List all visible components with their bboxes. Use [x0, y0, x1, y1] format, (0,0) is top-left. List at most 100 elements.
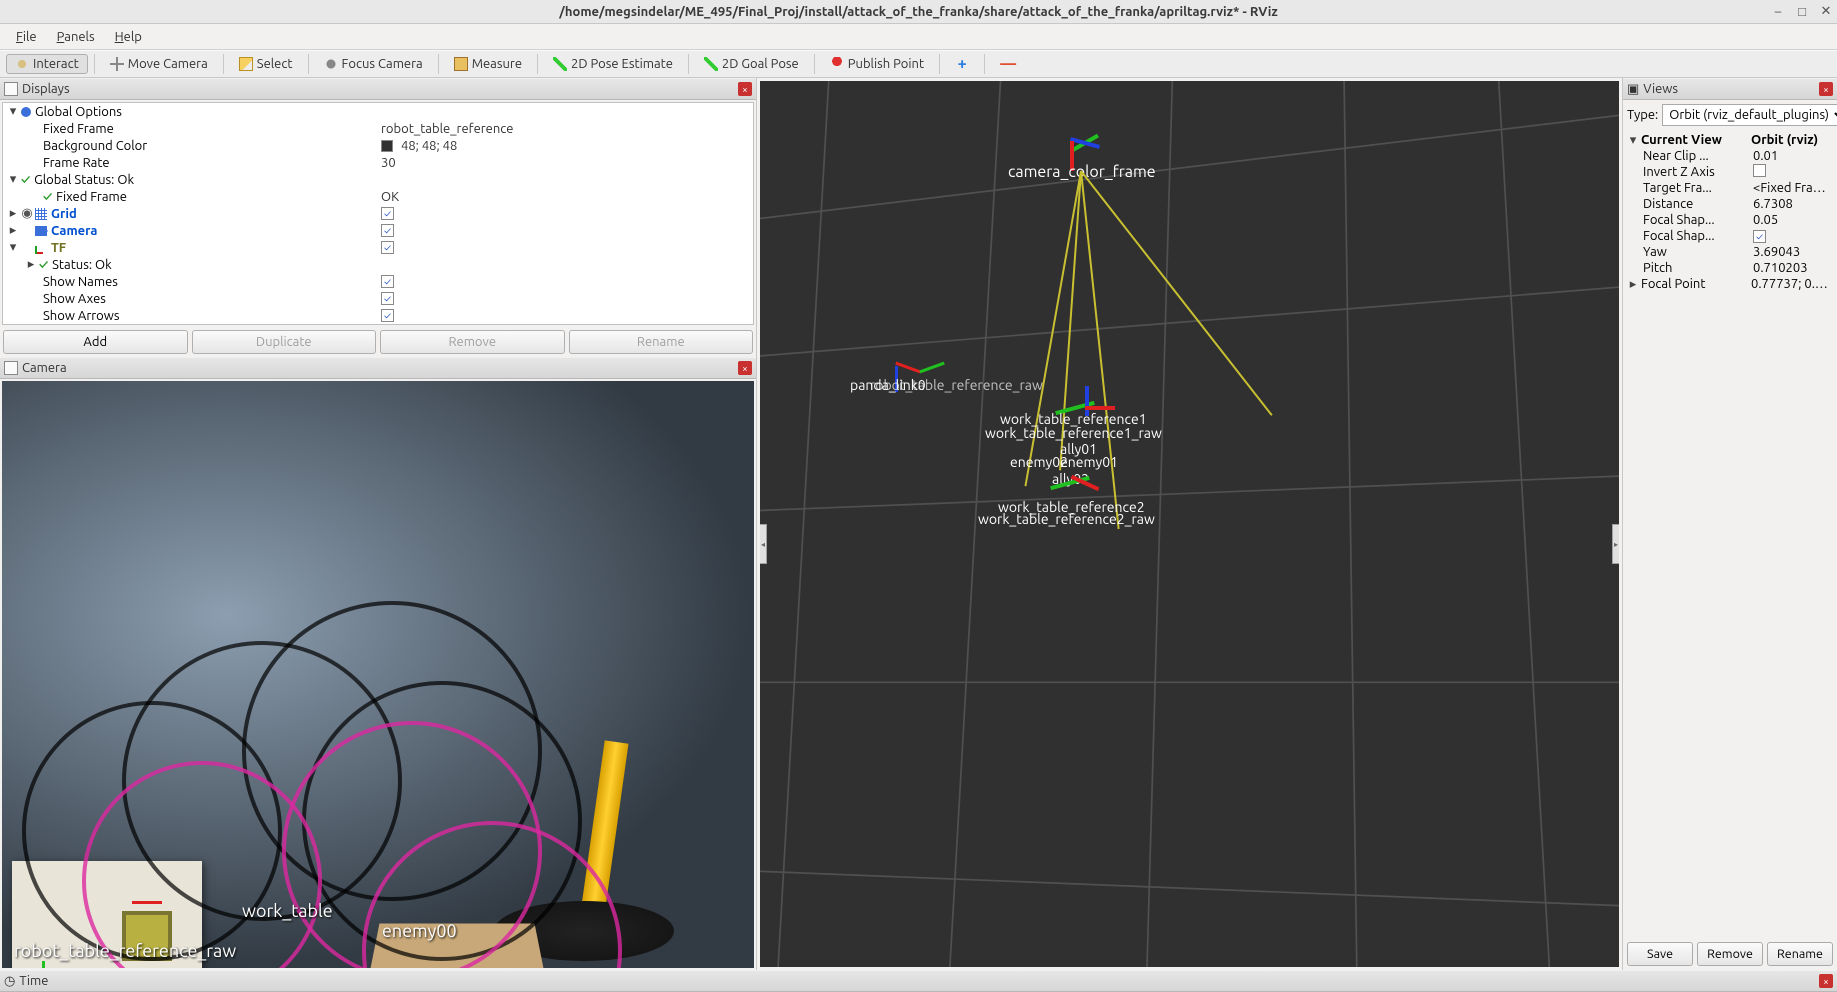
tf-label: enemy01: [1060, 454, 1118, 470]
tool-select[interactable]: Select: [230, 54, 302, 74]
tool-remove[interactable]: —: [991, 54, 1023, 74]
val-grid[interactable]: [381, 207, 753, 220]
views-rename-button[interactable]: Rename: [1767, 942, 1833, 966]
expand-icon[interactable]: [1627, 277, 1639, 292]
grid-icon: [35, 208, 47, 220]
expand-icon[interactable]: [7, 104, 19, 119]
tf-label: work_table_reference1_raw: [985, 425, 1162, 441]
duplicate-button[interactable]: Duplicate: [192, 330, 377, 354]
menu-help[interactable]: Help: [105, 27, 152, 47]
val-show-axes[interactable]: [381, 292, 753, 305]
row-tf[interactable]: TF: [51, 241, 66, 255]
window-title: /home/megsindelar/ME_495/Final_Proj/inst…: [559, 5, 1278, 19]
val-fixed-frame-status: OK: [381, 190, 753, 204]
row-focal-shape-1[interactable]: Focal Shap...: [1643, 213, 1753, 227]
row-show-arrows[interactable]: Show Arrows: [43, 309, 120, 323]
panel-close-icon[interactable]: ×: [738, 361, 752, 375]
minimize-icon[interactable]: –: [1771, 5, 1785, 19]
panel-close-icon[interactable]: ×: [1819, 974, 1833, 988]
camera-view[interactable]: robot_table_reference_raw panda_link0 wo…: [2, 381, 754, 968]
hand-icon: [15, 57, 29, 71]
tool-2d-goal-pose[interactable]: 2D Goal Pose: [695, 54, 808, 74]
row-pitch[interactable]: Pitch: [1643, 261, 1753, 275]
row-focal-shape-2[interactable]: Focal Shap...: [1643, 229, 1753, 243]
expand-icon[interactable]: [25, 257, 37, 272]
val-tf[interactable]: [381, 241, 753, 254]
pin-icon: [830, 57, 844, 71]
val-fixed-frame[interactable]: robot_table_reference: [381, 122, 753, 136]
3d-viewport[interactable]: ◂ ▸ camera_color_frame: [760, 81, 1619, 967]
views-tree[interactable]: Current ViewOrbit (rviz) Near Clip ...0.…: [1623, 130, 1837, 938]
rename-button[interactable]: Rename: [569, 330, 754, 354]
color-swatch-icon: [381, 140, 393, 152]
val-show-names[interactable]: [381, 275, 753, 288]
row-focal-point[interactable]: Focal Point: [1641, 277, 1751, 291]
row-fixed-frame[interactable]: Fixed Frame: [43, 122, 114, 136]
expand-icon[interactable]: [7, 240, 19, 255]
row-camera[interactable]: Camera: [51, 224, 97, 238]
tool-add[interactable]: +: [946, 54, 978, 74]
row-bg-color[interactable]: Background Color: [43, 139, 147, 153]
row-distance[interactable]: Distance: [1643, 197, 1753, 211]
remove-button[interactable]: Remove: [380, 330, 565, 354]
viewport-column: ◂ ▸ camera_color_frame: [757, 78, 1622, 970]
row-fixed-frame-status[interactable]: Fixed Frame: [56, 190, 127, 204]
main-toolbar: Interact Move Camera Select Focus Camera…: [0, 50, 1837, 78]
check-icon: [21, 173, 34, 187]
camera-panel-title: Camera: [22, 361, 67, 375]
expand-icon[interactable]: [1627, 133, 1639, 148]
camera-icon: [35, 226, 47, 236]
tool-2d-pose-estimate[interactable]: 2D Pose Estimate: [544, 54, 682, 74]
row-show-axes[interactable]: Show Axes: [43, 292, 106, 306]
menu-panels[interactable]: Panels: [47, 27, 105, 47]
row-show-names[interactable]: Show Names: [43, 275, 118, 289]
row-status-ok[interactable]: Status: Ok: [52, 258, 112, 272]
tool-focus-camera[interactable]: Focus Camera: [315, 54, 432, 74]
tool-interact[interactable]: Interact: [6, 54, 88, 74]
views-save-button[interactable]: Save: [1627, 942, 1693, 966]
row-current-view[interactable]: Current View: [1641, 133, 1751, 147]
tool-publish-point[interactable]: Publish Point: [821, 54, 933, 74]
row-target-frame[interactable]: Target Fra...: [1643, 181, 1753, 195]
menu-file[interactable]: File: [6, 27, 47, 47]
views-remove-button[interactable]: Remove: [1697, 942, 1763, 966]
eye-icon[interactable]: ◉: [21, 206, 33, 221]
expand-icon[interactable]: [7, 172, 19, 187]
focus-icon: [324, 57, 338, 71]
maximize-icon[interactable]: □: [1795, 5, 1809, 19]
row-global-status[interactable]: Global Status: Ok: [34, 173, 134, 187]
cam-label: work_table: [242, 901, 333, 921]
views-panel-title: Views: [1643, 82, 1678, 96]
panel-icon: [4, 82, 18, 96]
title-bar: /home/megsindelar/ME_495/Final_Proj/inst…: [0, 0, 1837, 24]
displays-panel-title: Displays: [22, 82, 70, 96]
row-global-options[interactable]: Global Options: [35, 105, 122, 119]
row-grid[interactable]: Grid: [51, 207, 77, 221]
camera-panel-header[interactable]: Camera ×: [0, 357, 756, 379]
views-type-select[interactable]: Orbit (rviz_default_plugins): [1662, 104, 1837, 126]
displays-panel: Displays × Global Options Fixed Frame rob…: [0, 78, 756, 357]
views-panel-header[interactable]: ▣ Views ×: [1623, 78, 1837, 100]
row-frame-rate[interactable]: Frame Rate: [43, 156, 110, 170]
val-bg-color[interactable]: 48; 48; 48: [381, 139, 753, 153]
close-icon[interactable]: ✕: [1819, 5, 1833, 19]
panel-close-icon[interactable]: ×: [738, 82, 752, 96]
val-show-arrows[interactable]: [381, 309, 753, 322]
cam-label: robot_table_reference_raw: [14, 941, 236, 961]
val-camera[interactable]: [381, 224, 753, 237]
panel-icon: ▣: [1627, 82, 1639, 97]
expand-icon[interactable]: [7, 223, 19, 238]
tool-move-camera[interactable]: Move Camera: [101, 54, 217, 74]
expand-icon[interactable]: [7, 206, 19, 221]
row-yaw[interactable]: Yaw: [1643, 245, 1753, 259]
displays-tree[interactable]: Global Options Fixed Frame robot_table_re…: [2, 102, 754, 325]
add-button[interactable]: Add: [3, 330, 188, 354]
row-invert-z[interactable]: Invert Z Axis: [1643, 165, 1753, 179]
row-near-clip[interactable]: Near Clip ...: [1643, 149, 1753, 163]
tool-measure[interactable]: Measure: [445, 54, 531, 74]
time-panel-header[interactable]: ◷ Time ×: [0, 970, 1837, 992]
displays-panel-header[interactable]: Displays ×: [0, 78, 756, 100]
check-icon: [43, 190, 56, 204]
val-frame-rate[interactable]: 30: [381, 156, 753, 170]
panel-close-icon[interactable]: ×: [1819, 82, 1833, 96]
